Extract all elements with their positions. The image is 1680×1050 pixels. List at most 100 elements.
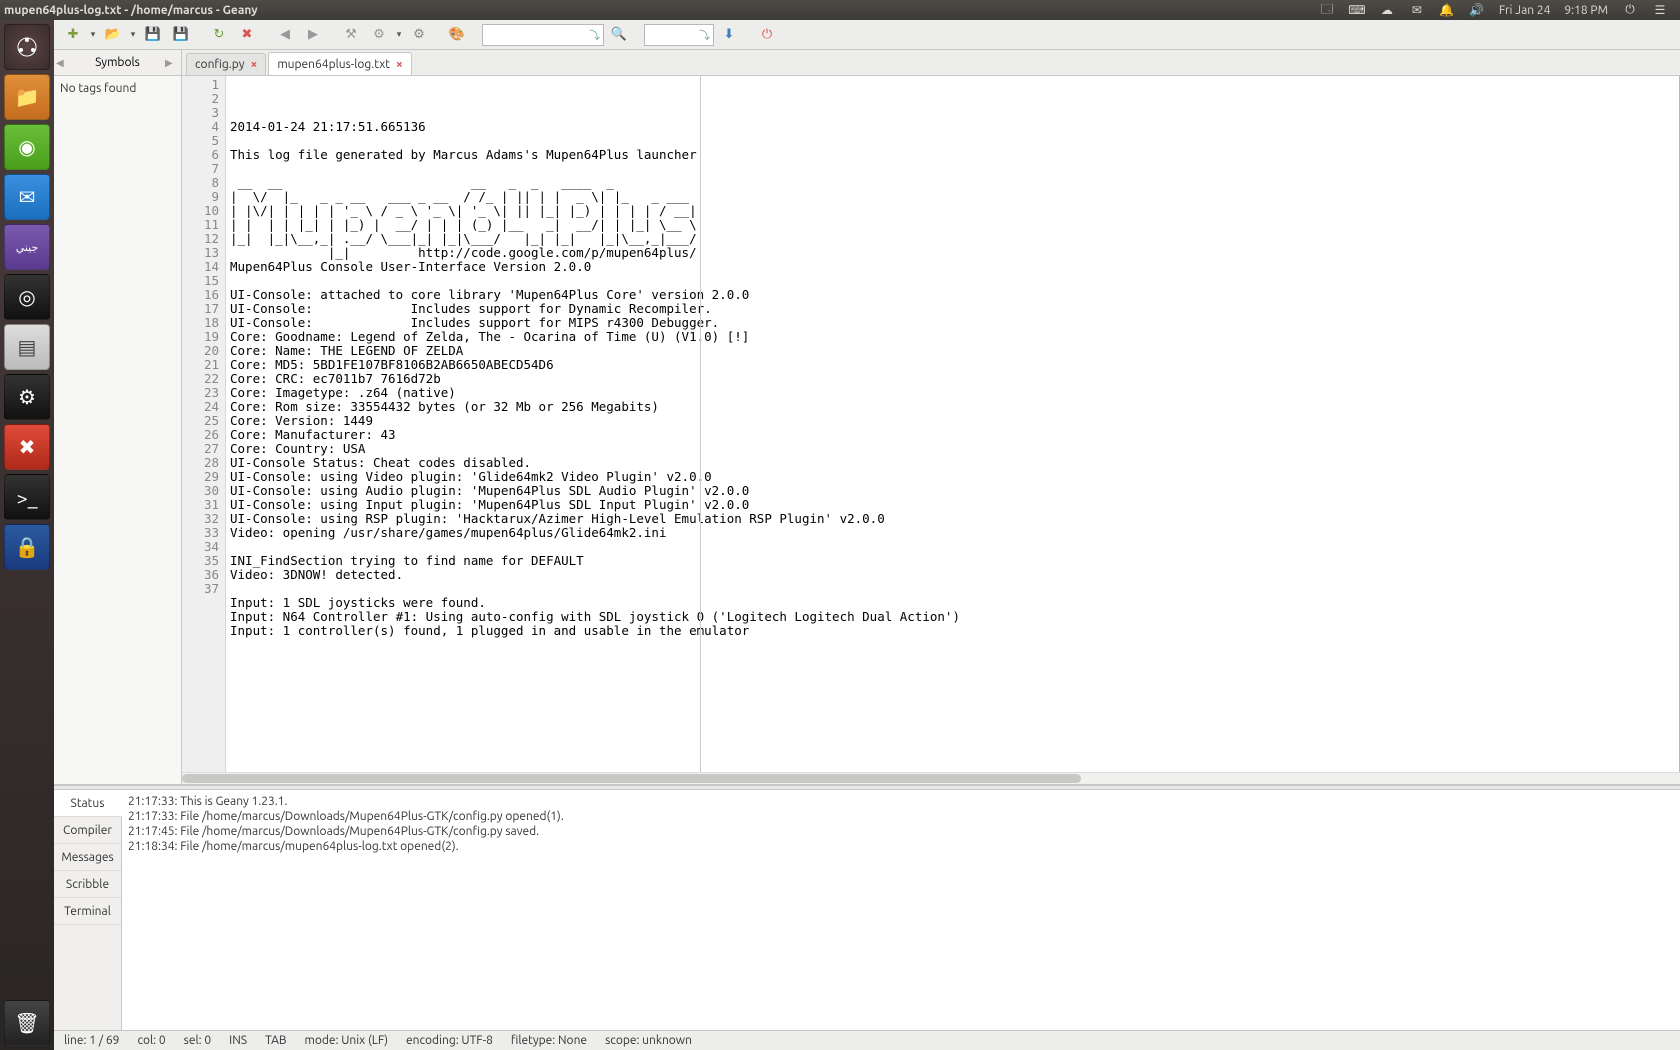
- line-number: 26: [184, 428, 219, 442]
- code-line[interactable]: INI_FindSection trying to find name for …: [230, 554, 1675, 568]
- notifications-icon[interactable]: 🔔: [1439, 2, 1455, 18]
- code-line[interactable]: Input: 1 controller(s) found, 1 plugged …: [230, 624, 1675, 638]
- status-encoding: encoding: UTF-8: [406, 1034, 493, 1047]
- nav-back-button[interactable]: ◀: [272, 23, 298, 47]
- jump-icon[interactable]: ⤵: [699, 27, 710, 43]
- tray-time[interactable]: 9:18 PM: [1564, 4, 1608, 17]
- code-line[interactable]: UI-Console: using Video plugin: 'Glide64…: [230, 470, 1675, 484]
- code-line[interactable]: Core: Imagetype: .z64 (native): [230, 386, 1675, 400]
- code-line[interactable]: [230, 274, 1675, 288]
- code-line[interactable]: Input: N64 Controller #1: Using auto-con…: [230, 610, 1675, 624]
- message-tab-compiler[interactable]: Compiler: [54, 817, 121, 844]
- message-tab-terminal[interactable]: Terminal: [54, 898, 121, 925]
- code-line[interactable]: 2014-01-24 21:17:51.665136: [230, 120, 1675, 134]
- messages-icon[interactable]: ✉: [1409, 2, 1425, 18]
- scrollbar-thumb[interactable]: [182, 774, 1081, 783]
- code-line[interactable]: Core: Version: 1449: [230, 414, 1675, 428]
- tab-config-py[interactable]: config.py ×: [186, 53, 266, 75]
- launcher-disks[interactable]: ◎: [4, 274, 50, 320]
- sidebar-tab-right-icon[interactable]: ▶: [165, 57, 179, 69]
- code-line[interactable]: | |\/| | | | | '_ \ / _ \ '_ \| '_ \| ||…: [230, 204, 1675, 218]
- sidebar-tab-symbols[interactable]: ◀ Symbols ▶: [54, 50, 181, 76]
- software-updater-icon[interactable]: 🗔: [1319, 2, 1335, 18]
- code-line[interactable]: This log file generated by Marcus Adams'…: [230, 148, 1675, 162]
- goto-line-icon[interactable]: ⤵: [589, 27, 600, 43]
- code-line[interactable]: [230, 134, 1675, 148]
- new-file-button[interactable]: ✚: [60, 23, 86, 47]
- code-line[interactable]: Video: 3DNOW! detected.: [230, 568, 1675, 582]
- save-all-button[interactable]: 💾: [168, 23, 194, 47]
- quit-button[interactable]: ⏻: [754, 23, 780, 47]
- code-line[interactable]: Core: MD5: 5BD1FE107BF8106B2AB6650ABECD5…: [230, 358, 1675, 372]
- code-line[interactable]: UI-Console: attached to core library 'Mu…: [230, 288, 1675, 302]
- launcher-app-purple[interactable]: جيني: [4, 224, 50, 270]
- sidebar-tab-left-icon[interactable]: ◀: [56, 57, 70, 69]
- open-file-dropdown[interactable]: ▾: [128, 29, 138, 40]
- goto-line-input[interactable]: [482, 24, 604, 46]
- code-line[interactable]: |_| http://code.google.com/p/mupen64plus…: [230, 246, 1675, 260]
- launcher-mail[interactable]: ✉: [4, 174, 50, 220]
- code-line[interactable]: [230, 162, 1675, 176]
- launcher-terminal[interactable]: >_: [4, 474, 50, 520]
- search-button[interactable]: 🔍: [606, 23, 632, 47]
- message-tab-status[interactable]: Status: [54, 790, 122, 817]
- code-line[interactable]: UI-Console: using Audio plugin: 'Mupen64…: [230, 484, 1675, 498]
- code-line[interactable]: |_| |_|\__,_| .__/ \___|_| |_|\___/ |_| …: [230, 232, 1675, 246]
- code-line[interactable]: Core: CRC: ec7011b7 7616d72b: [230, 372, 1675, 386]
- code-line[interactable]: [230, 540, 1675, 554]
- code-content[interactable]: 2014-01-24 21:17:51.665136 This log file …: [226, 76, 1679, 772]
- code-line[interactable]: UI-Console: using Input plugin: 'Mupen64…: [230, 498, 1675, 512]
- keyboard-icon[interactable]: ⌨: [1349, 2, 1365, 18]
- reload-button[interactable]: ↻: [206, 23, 232, 47]
- color-chooser-button[interactable]: 🎨: [444, 23, 470, 47]
- code-line[interactable]: UI-Console Status: Cheat codes disabled.: [230, 456, 1675, 470]
- launcher-steam[interactable]: ⚙: [4, 374, 50, 420]
- code-line[interactable]: Core: Rom size: 33554432 bytes (or 32 Mb…: [230, 400, 1675, 414]
- code-line[interactable]: Mupen64Plus Console User-Interface Versi…: [230, 260, 1675, 274]
- message-tab-messages[interactable]: Messages: [54, 844, 121, 871]
- code-line[interactable]: Core: Name: THE LEGEND OF ZELDA: [230, 344, 1675, 358]
- message-body[interactable]: 21:17:33: This is Geany 1.23.1.21:17:33:…: [122, 790, 1680, 1030]
- power-icon[interactable]: ⏻: [1622, 2, 1638, 18]
- tab-close-icon[interactable]: ×: [396, 58, 403, 71]
- code-line[interactable]: Input: 1 SDL joysticks were found.: [230, 596, 1675, 610]
- cloud-icon[interactable]: ☁: [1379, 2, 1395, 18]
- run-button[interactable]: ⚙: [406, 23, 432, 47]
- line-number: 20: [184, 344, 219, 358]
- new-file-dropdown[interactable]: ▾: [88, 29, 98, 40]
- horizontal-scrollbar[interactable]: [182, 772, 1680, 784]
- build-dropdown[interactable]: ▾: [394, 29, 404, 40]
- launcher-files[interactable]: 📁: [4, 74, 50, 120]
- code-line[interactable]: Core: Goodname: Legend of Zelda, The - O…: [230, 330, 1675, 344]
- code-line[interactable]: UI-Console: Includes support for MIPS r4…: [230, 316, 1675, 330]
- launcher-dash[interactable]: [4, 24, 50, 70]
- volume-icon[interactable]: 🔊: [1469, 2, 1485, 18]
- code-line[interactable]: Core: Country: USA: [230, 442, 1675, 456]
- code-editor[interactable]: 1234567891011121314151617181920212223242…: [182, 76, 1680, 772]
- code-line[interactable]: UI-Console: using RSP plugin: 'Hacktarux…: [230, 512, 1675, 526]
- code-line[interactable]: [230, 582, 1675, 596]
- launcher-trash[interactable]: 🗑: [4, 1000, 50, 1046]
- message-tab-scribble[interactable]: Scribble: [54, 871, 121, 898]
- launcher-textedit[interactable]: ▤: [4, 324, 50, 370]
- save-button[interactable]: 💾: [140, 23, 166, 47]
- tab-mupen64plus-log[interactable]: mupen64plus-log.txt ×: [268, 52, 411, 75]
- code-line[interactable]: | | | | |_| | |_) | __/ | | | (_) |__ _|…: [230, 218, 1675, 232]
- code-line[interactable]: Video: opening /usr/share/games/mupen64p…: [230, 526, 1675, 540]
- launcher-close-app[interactable]: ✖: [4, 424, 50, 470]
- nav-forward-button[interactable]: ▶: [300, 23, 326, 47]
- code-line[interactable]: Core: Manufacturer: 43: [230, 428, 1675, 442]
- code-line[interactable]: __ __ __ _ _ ____ _: [230, 176, 1675, 190]
- build-button[interactable]: ⚙: [366, 23, 392, 47]
- tab-close-icon[interactable]: ×: [251, 58, 258, 71]
- session-icon[interactable]: ☰: [1652, 2, 1668, 18]
- compile-button[interactable]: ⚒: [338, 23, 364, 47]
- open-file-button[interactable]: 📂: [100, 23, 126, 47]
- tray-date[interactable]: Fri Jan 24: [1499, 4, 1551, 17]
- launcher-chrome[interactable]: ◉: [4, 124, 50, 170]
- code-line[interactable]: | \/ |_ _ _ __ ___ _ __ / /_ | || | | _ …: [230, 190, 1675, 204]
- jump-button[interactable]: ⬇: [716, 23, 742, 47]
- launcher-keyring[interactable]: 🔒: [4, 524, 50, 570]
- code-line[interactable]: UI-Console: Includes support for Dynamic…: [230, 302, 1675, 316]
- close-file-button[interactable]: ✖: [234, 23, 260, 47]
